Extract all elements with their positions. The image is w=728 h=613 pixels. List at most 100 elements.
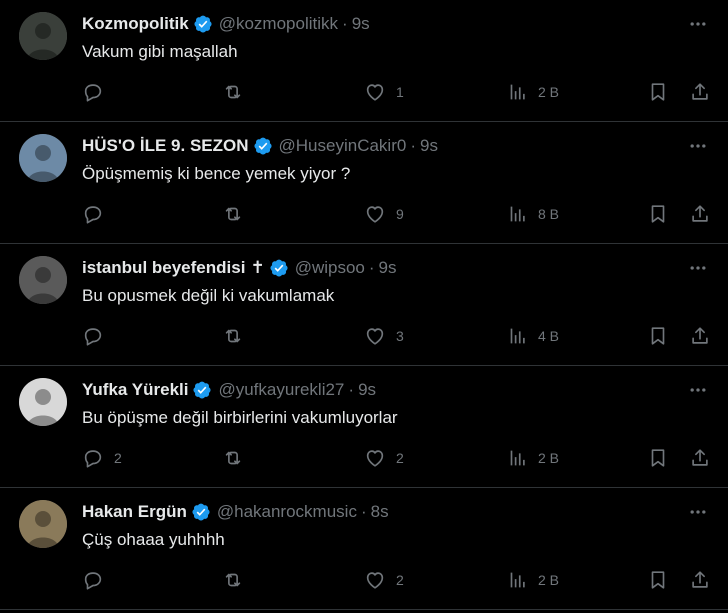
tweet-feed: Kozmopolitik @kozmopolitikk · 9s Vakum g…	[0, 0, 728, 613]
user-handle[interactable]: @hakanrockmusic	[217, 502, 357, 522]
reply-button[interactable]	[82, 80, 114, 104]
reply-button[interactable]	[82, 568, 114, 592]
share-button[interactable]	[689, 446, 711, 470]
retweet-icon	[225, 207, 241, 221]
bookmark-icon	[651, 83, 665, 101]
tweet-actions: 3 4 B	[0, 324, 728, 348]
share-icon	[692, 83, 708, 100]
avatar[interactable]	[19, 500, 67, 548]
like-button[interactable]: 1	[364, 80, 404, 104]
share-button[interactable]	[689, 568, 711, 592]
bookmark-button[interactable]	[647, 446, 669, 470]
tweet-text: Bu öpüşme değil birbirlerini vakumluyorl…	[82, 408, 398, 427]
timestamp[interactable]: 9s	[379, 258, 397, 278]
bookmark-icon	[651, 327, 665, 345]
reply-button[interactable]	[82, 202, 114, 226]
bookmark-icon	[651, 571, 665, 589]
tweet-actions: 2 2 B	[0, 568, 728, 592]
avatar-image	[19, 12, 67, 60]
user-handle[interactable]: @wipsoo	[295, 258, 365, 278]
tweet[interactable]: Hakan Ergün @hakanrockmusic · 8s Çüş oha…	[0, 488, 728, 610]
bookmark-button[interactable]	[647, 568, 669, 592]
timestamp[interactable]: 8s	[371, 502, 389, 522]
tweet-text: Çüş ohaaa yuhhhh	[82, 530, 225, 549]
display-name[interactable]: Yufka Yürekli	[82, 380, 188, 400]
tweet[interactable]: Yufka Yürekli @yufkayurekli27 · 9s Bu öp…	[0, 366, 728, 488]
retweet-icon	[225, 451, 241, 465]
user-handle[interactable]: @yufkayurekli27	[218, 380, 344, 400]
reply-icon	[84, 84, 102, 102]
separator-dot: ·	[368, 258, 375, 277]
tweet-header: Yufka Yürekli @yufkayurekli27 · 9s	[82, 378, 376, 402]
more-icon[interactable]	[688, 14, 708, 34]
views-icon	[510, 572, 525, 588]
user-handle[interactable]: @HuseyinCakir0	[279, 136, 407, 156]
views-button[interactable]: 2 B	[507, 446, 559, 470]
verified-badge-icon	[270, 259, 288, 277]
retweet-button[interactable]	[222, 324, 254, 348]
display-name[interactable]: istanbul beyefendisi	[82, 258, 245, 278]
share-icon	[692, 571, 708, 588]
user-handle[interactable]: @kozmopolitikk	[219, 14, 338, 34]
display-name[interactable]: Kozmopolitik	[82, 14, 189, 34]
bookmark-button[interactable]	[647, 80, 669, 104]
tweet[interactable]: Kozmopolitik @kozmopolitikk · 9s Vakum g…	[0, 0, 728, 122]
tweet[interactable]: HÜS'O İLE 9. SEZON @HuseyinCakir0 · 9s Ö…	[0, 122, 728, 244]
views-count: 2 B	[538, 84, 560, 100]
reply-icon	[84, 206, 102, 224]
separator-dot: ·	[410, 136, 416, 155]
like-button[interactable]: 2	[364, 446, 404, 470]
like-button[interactable]: 2	[364, 568, 404, 592]
avatar-image	[19, 134, 67, 182]
views-button[interactable]: 2 B	[507, 80, 559, 104]
avatar[interactable]	[19, 12, 67, 60]
avatar[interactable]	[19, 378, 67, 426]
more-icon[interactable]	[688, 502, 708, 522]
verified-badge-icon	[253, 137, 272, 155]
avatar-image	[19, 378, 67, 426]
retweet-button[interactable]	[222, 80, 254, 104]
reply-button[interactable]: 2	[82, 446, 122, 470]
like-count: 2	[396, 572, 404, 588]
avatar[interactable]	[19, 134, 67, 182]
reply-button[interactable]	[82, 324, 114, 348]
avatar-image	[19, 500, 67, 548]
reply-icon	[84, 328, 102, 346]
avatar-image	[19, 256, 67, 304]
timestamp[interactable]: 9s	[420, 136, 438, 156]
share-button[interactable]	[689, 80, 711, 104]
tweet[interactable]: istanbul beyefendisi ✝ @wipsoo · 9s Bu o…	[0, 244, 728, 366]
bookmark-button[interactable]	[647, 202, 669, 226]
share-button[interactable]	[689, 202, 711, 226]
verified-badge-icon	[193, 381, 212, 399]
bookmark-button[interactable]	[647, 324, 669, 348]
timestamp[interactable]: 9s	[358, 380, 376, 400]
more-icon[interactable]	[688, 136, 708, 156]
display-name[interactable]: HÜS'O İLE 9. SEZON	[82, 136, 249, 156]
share-button[interactable]	[689, 324, 711, 348]
share-icon	[692, 205, 708, 222]
more-icon[interactable]	[688, 380, 708, 400]
more-icon[interactable]	[688, 258, 708, 278]
like-icon	[366, 450, 384, 467]
tweet-text: Bu opusmek değil ki vakumlamak	[82, 286, 335, 305]
views-button[interactable]: 2 B	[507, 568, 559, 592]
display-name-cross: ✝	[250, 258, 265, 277]
reply-count: 2	[114, 450, 122, 466]
like-button[interactable]: 9	[364, 202, 404, 226]
bookmark-icon	[651, 205, 665, 223]
like-count: 2	[396, 450, 404, 466]
retweet-button[interactable]	[222, 446, 254, 470]
avatar[interactable]	[19, 256, 67, 304]
like-count: 9	[396, 206, 404, 222]
like-button[interactable]: 3	[364, 324, 404, 348]
views-icon	[510, 328, 525, 344]
display-name[interactable]: Hakan Ergün	[82, 502, 187, 522]
like-count: 3	[396, 328, 404, 344]
views-button[interactable]: 8 B	[507, 202, 559, 226]
views-button[interactable]: 4 B	[507, 324, 559, 348]
timestamp[interactable]: 9s	[352, 14, 370, 34]
retweet-button[interactable]	[222, 202, 254, 226]
retweet-button[interactable]	[222, 568, 254, 592]
tweet-header: HÜS'O İLE 9. SEZON @HuseyinCakir0 · 9s	[82, 134, 438, 158]
